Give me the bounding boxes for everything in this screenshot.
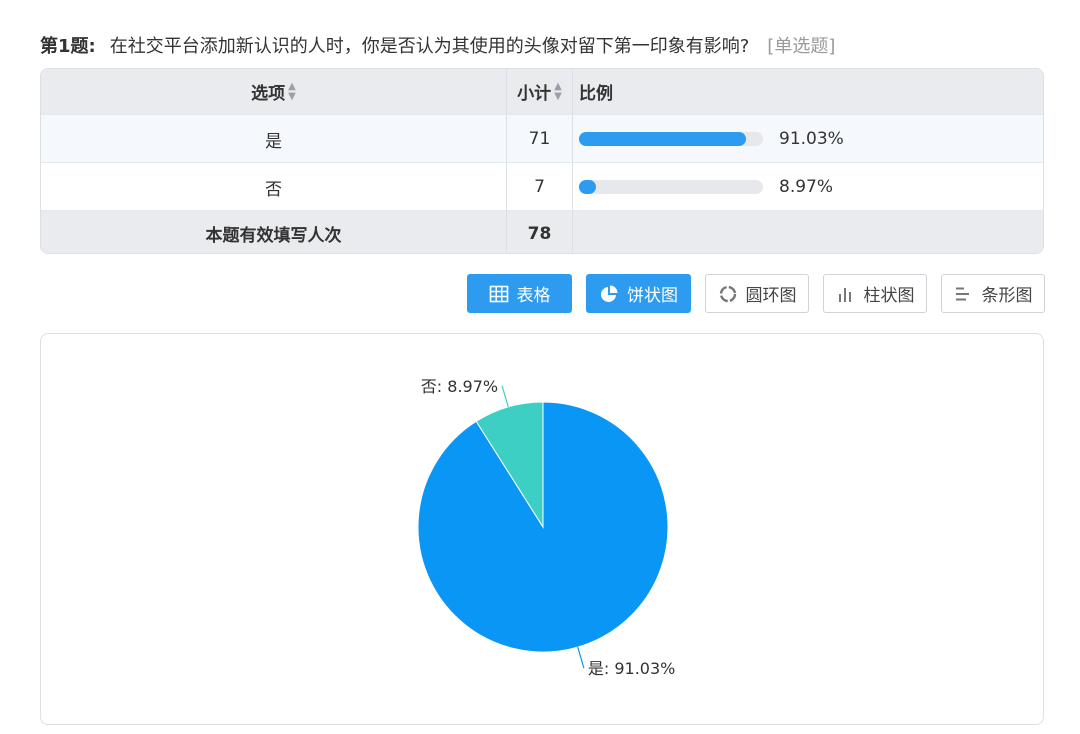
- percent-label: 91.03%: [779, 129, 844, 149]
- count-cell: 71: [507, 115, 573, 163]
- ratio-cell: 91.03%: [573, 115, 1043, 163]
- pie-label: 否: 8.97%: [421, 377, 498, 396]
- progress-bar-fill: [579, 132, 747, 146]
- option-cell: 是: [41, 115, 507, 163]
- pie-view-label: 饼状图: [627, 286, 678, 306]
- header-option[interactable]: 选项 ▲ ▼: [41, 69, 507, 114]
- count-cell: 7: [507, 163, 573, 211]
- header-ratio-label: 比例: [579, 84, 613, 104]
- table-view-button[interactable]: 表格: [467, 274, 572, 313]
- progress-bar: [579, 132, 763, 146]
- header-count-label: 小计: [517, 84, 552, 104]
- bar-view-button[interactable]: 条形图: [941, 274, 1045, 313]
- option-cell: 否: [41, 163, 507, 211]
- column-view-label: 柱状图: [863, 286, 915, 306]
- view-switcher: 表格 饼状图 圆环图 柱状图 条形图: [467, 274, 1045, 313]
- sort-icon[interactable]: ▲ ▼: [288, 81, 296, 102]
- progress-bar-fill: [579, 180, 596, 194]
- pie-icon: [601, 285, 618, 302]
- ring-view-button[interactable]: 圆环图: [705, 274, 809, 313]
- bar-chart-icon: [955, 287, 969, 300]
- ratio-cell: 8.97%: [573, 163, 1043, 211]
- pie-label-line: [577, 646, 585, 669]
- table-icon: [489, 285, 508, 302]
- header-ratio: 比例: [573, 69, 1043, 114]
- pie-label-line: [501, 385, 509, 408]
- header-count[interactable]: 小计 ▲ ▼: [507, 69, 573, 114]
- table-header-row: 选项 ▲ ▼ 小计 ▲ ▼ 比例: [41, 69, 1043, 114]
- pie-view-button[interactable]: 饼状图: [586, 274, 691, 313]
- percent-label: 8.97%: [779, 177, 834, 197]
- table-view-label: 表格: [516, 286, 551, 306]
- question-header: 第1题: 在社交平台添加新认识的人时，你是否认为其使用的头像对留下第一印象有影响…: [40, 30, 835, 60]
- question-number: 第1题:: [40, 36, 96, 57]
- bar-view-label: 条形图: [981, 286, 1033, 306]
- header-option-label: 选项: [251, 84, 286, 104]
- results-table: 选项 ▲ ▼ 小计 ▲ ▼ 比例 是 71 91.03% 否 7 8.97% 本…: [40, 68, 1044, 254]
- column-chart-icon: [838, 287, 851, 302]
- progress-bar: [579, 180, 763, 194]
- total-label: 本题有效填写人次: [41, 211, 507, 253]
- pie-label: 是: 91.03%: [588, 659, 676, 678]
- question-type: [单选题]: [767, 36, 836, 57]
- total-count: 78: [507, 211, 573, 253]
- ring-view-label: 圆环图: [745, 286, 797, 306]
- table-total-row: 本题有效填写人次 78: [41, 210, 1043, 253]
- table-row: 否 7 8.97%: [41, 162, 1043, 211]
- table-row: 是 71 91.03%: [41, 114, 1043, 163]
- sort-icon[interactable]: ▲ ▼: [554, 81, 562, 102]
- question-text: 在社交平台添加新认识的人时，你是否认为其使用的头像对留下第一印象有影响?: [109, 36, 750, 57]
- ring-icon: [719, 285, 736, 302]
- column-view-button[interactable]: 柱状图: [823, 274, 927, 313]
- pie-chart: 是: 91.03% 否: 8.97%: [417, 377, 676, 678]
- chart-panel: 是: 91.03% 否: 8.97%: [40, 333, 1044, 725]
